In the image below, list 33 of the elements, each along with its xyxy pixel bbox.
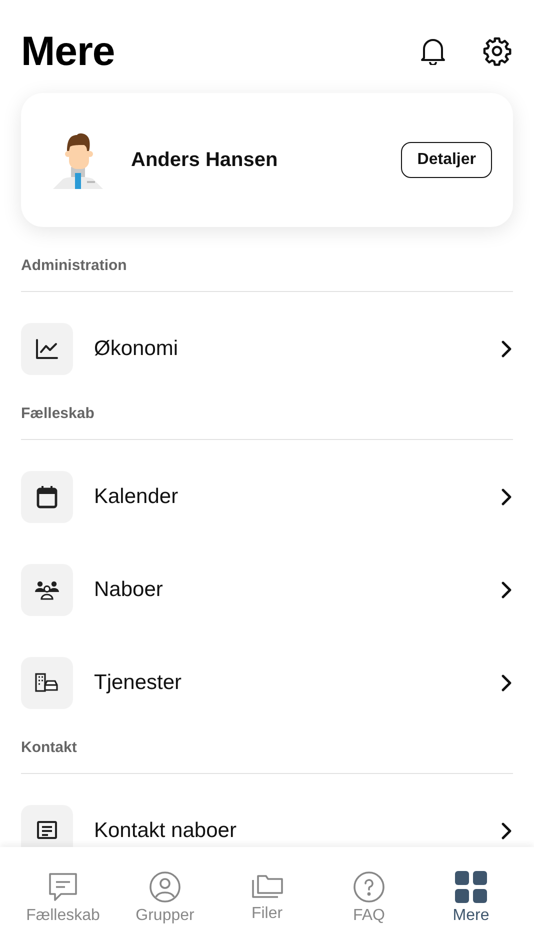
grid-icon bbox=[455, 871, 487, 903]
user-icon bbox=[149, 871, 181, 903]
tab[interactable]: Filer bbox=[222, 847, 312, 950]
chevron-right-icon bbox=[501, 581, 513, 599]
tab[interactable]: Grupper bbox=[120, 847, 210, 950]
menu-item[interactable]: Tjenester bbox=[94, 671, 501, 695]
profile-name: Anders Hansen bbox=[131, 148, 279, 172]
chevron-right-icon bbox=[501, 674, 513, 692]
line-chart-icon bbox=[35, 338, 59, 360]
settings-icon bbox=[482, 36, 512, 66]
settings-button[interactable] bbox=[481, 35, 513, 67]
building-car-icon bbox=[35, 673, 59, 693]
page-title: Mere bbox=[21, 28, 116, 74]
calendar-icon bbox=[36, 485, 58, 509]
menu-item[interactable]: Naboer bbox=[94, 578, 501, 602]
section-title: Fælleskab bbox=[21, 405, 96, 422]
chat-icon bbox=[47, 871, 79, 903]
menu-item[interactable]: Kalender bbox=[94, 485, 501, 509]
message-icon bbox=[36, 820, 58, 842]
help-icon bbox=[353, 871, 385, 903]
tab[interactable]: Fælleskab bbox=[18, 847, 108, 950]
menu-item[interactable]: Økonomi bbox=[94, 337, 501, 361]
section-title: Kontakt bbox=[21, 739, 78, 756]
chevron-right-icon bbox=[501, 488, 513, 506]
menu-item[interactable]: Kontakt naboer bbox=[94, 819, 501, 843]
chevron-right-icon bbox=[501, 822, 513, 840]
tab[interactable]: Mere bbox=[426, 847, 516, 950]
tab[interactable]: FAQ bbox=[324, 847, 414, 950]
bell-icon bbox=[420, 37, 446, 65]
section-title: Administration bbox=[21, 257, 128, 274]
chevron-right-icon bbox=[501, 340, 513, 358]
people-icon bbox=[35, 580, 59, 600]
details-button[interactable]: Detaljer bbox=[401, 142, 492, 178]
